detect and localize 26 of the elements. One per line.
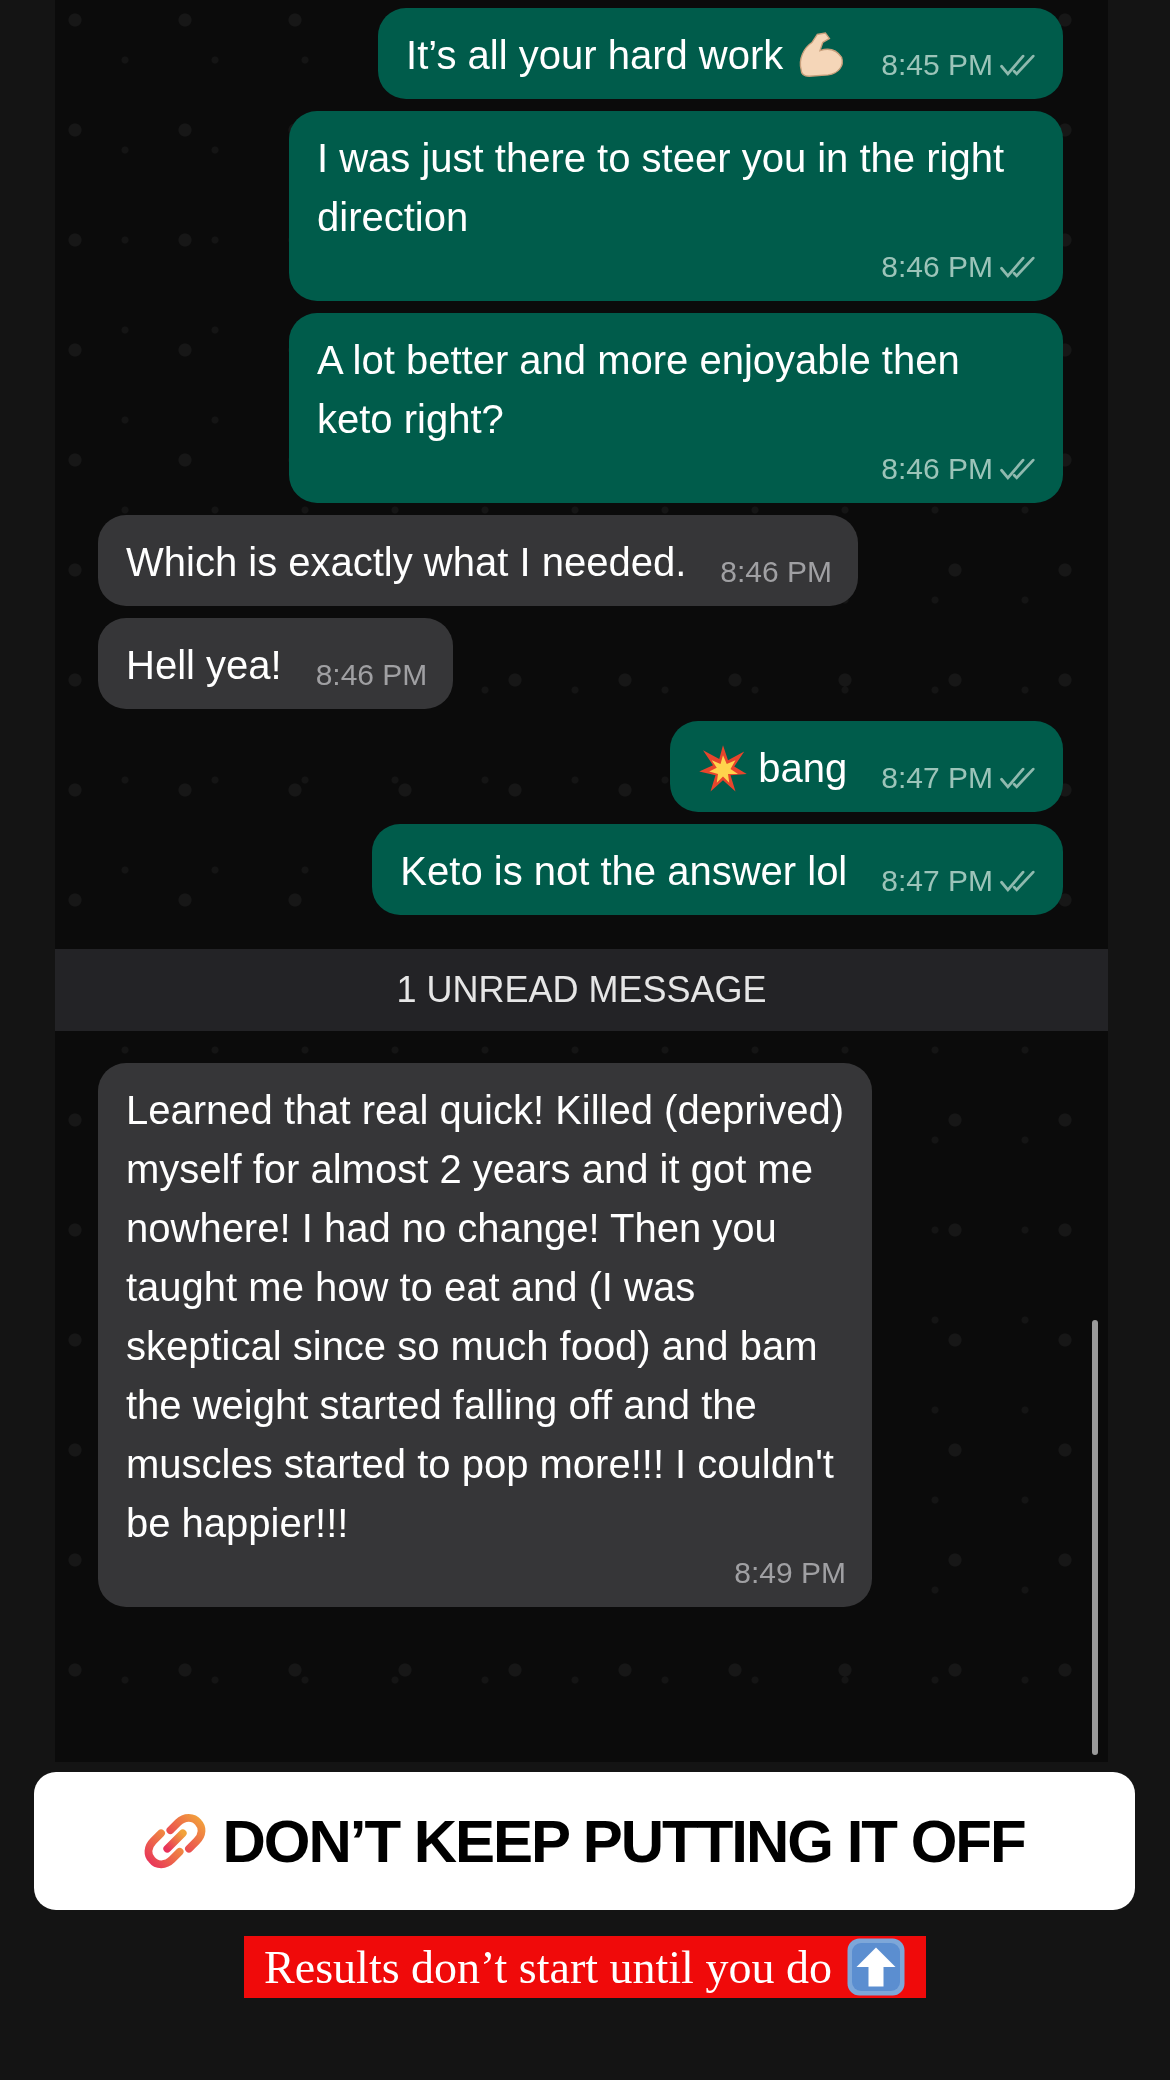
caption-text: Results don’t start until you do xyxy=(264,1940,832,1994)
message-time: 8:45 PM xyxy=(881,47,993,83)
message-text: I was just there to steer you in the right direction xyxy=(317,135,1005,241)
message-text: Learned that real quick! Killed (deprived) myself for almost 2 years and it got me nowhere! I had no change! Then you taught me how to eat and (I was skeptical since so much food) and bam the weight started falling off and the muscles started to pop more!!! I couldn't be happier!!! xyxy=(126,1087,846,1547)
sticker-text: DON’T KEEP PUTTING IT OFF xyxy=(222,1806,1025,1876)
double-check-icon xyxy=(999,765,1037,791)
message-text: Keto is not the answer lol xyxy=(400,848,848,895)
message-time: 8:46 PM xyxy=(881,451,993,487)
double-check-icon xyxy=(999,52,1037,78)
message-time: 8:46 PM xyxy=(720,554,832,590)
double-check-icon xyxy=(999,868,1037,894)
message-time: 8:49 PM xyxy=(734,1555,846,1591)
message-text: bang xyxy=(758,745,848,792)
message-text: It’s all your hard work xyxy=(406,32,784,79)
message-time: 8:46 PM xyxy=(881,249,993,285)
message-text: Hell yea! xyxy=(126,642,282,689)
double-check-icon xyxy=(999,456,1037,482)
scrollbar[interactable] xyxy=(1092,1320,1098,1755)
double-check-icon xyxy=(999,254,1037,280)
message-time: 8:46 PM xyxy=(315,657,428,693)
unread-banner: 1 UNREAD MESSAGE xyxy=(55,949,1108,1031)
link-sticker[interactable]: DON’T KEEP PUTTING IT OFF xyxy=(34,1772,1135,1910)
message-text: A lot better and more enjoyable then keto right? xyxy=(317,337,961,443)
message-text: Which is exactly what I needed. xyxy=(126,539,687,586)
message-time: 8:47 PM xyxy=(881,760,993,796)
message-time: 8:47 PM xyxy=(881,863,993,899)
